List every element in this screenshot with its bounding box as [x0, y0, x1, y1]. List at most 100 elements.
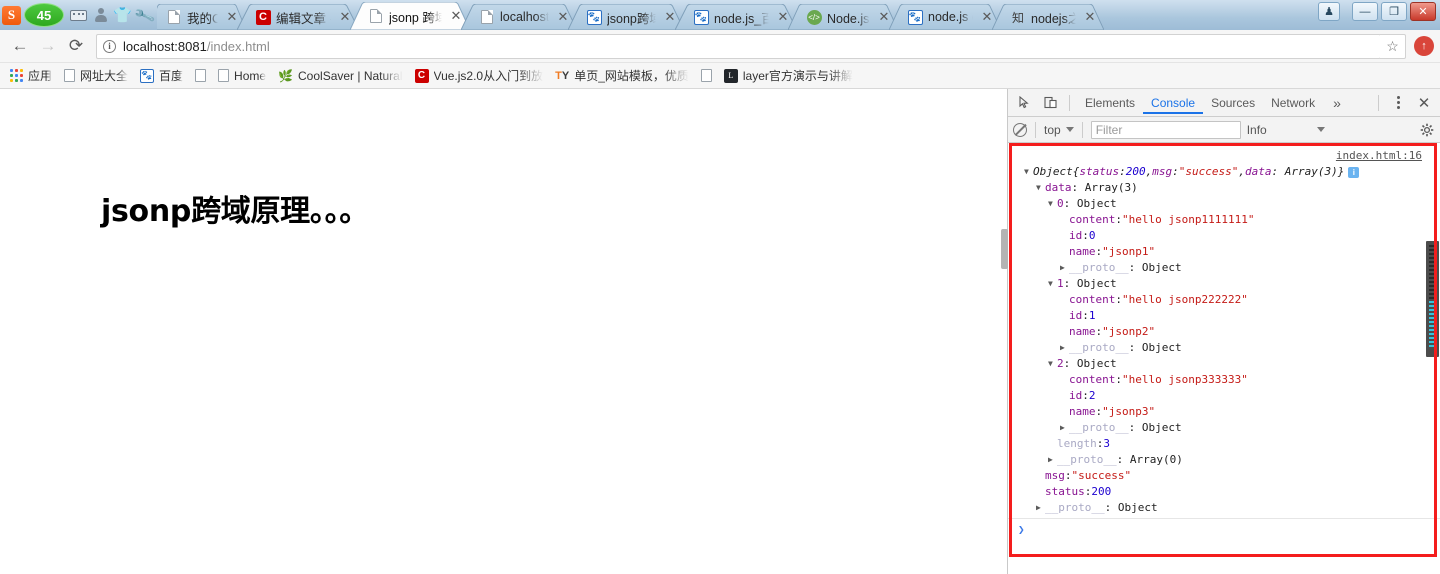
- console-log-row[interactable]: ▶ __proto__: Object: [1008, 500, 1440, 516]
- browser-tab[interactable]: 🐾 node.js qu ✕: [889, 4, 1001, 30]
- info-badge-icon[interactable]: i: [1348, 166, 1360, 178]
- person-icon[interactable]: [91, 6, 110, 25]
- disclosure-triangle-icon[interactable]: ▼: [1024, 164, 1033, 180]
- tab-close-icon[interactable]: ✕: [876, 9, 892, 25]
- tab-close-icon[interactable]: ✕: [337, 9, 353, 25]
- disclosure-triangle-icon[interactable]: ▶: [1060, 340, 1069, 356]
- devtools-scrollbar[interactable]: [1426, 241, 1439, 357]
- scrollbar-segment: [1429, 321, 1436, 323]
- bookmark-star-icon[interactable]: ☆: [1380, 33, 1406, 59]
- tab-close-icon[interactable]: ✕: [775, 9, 791, 25]
- console-log-row[interactable]: name: "jsonp2": [1008, 324, 1440, 340]
- devtools-tab-network[interactable]: Network: [1263, 91, 1323, 114]
- console-prompt[interactable]: ❯: [1008, 519, 1440, 539]
- more-panels-button[interactable]: »: [1325, 90, 1349, 115]
- browser-tab[interactable]: </> Node.js 文档 ✕: [788, 4, 898, 30]
- wrench-tools-icon[interactable]: 🔧: [132, 3, 156, 27]
- disclosure-triangle-icon[interactable]: ▶: [1060, 260, 1069, 276]
- tab-favicon: [166, 9, 182, 25]
- reload-button[interactable]: ⟳: [62, 32, 90, 60]
- console-log-row[interactable]: content: "hello jsonp222222": [1008, 292, 1440, 308]
- tab-close-icon[interactable]: ✕: [224, 9, 240, 25]
- disclosure-triangle-icon[interactable]: ▼: [1048, 276, 1057, 292]
- console-log-row[interactable]: status: 200: [1008, 484, 1440, 500]
- tab-close-icon[interactable]: ✕: [1082, 9, 1098, 25]
- page-scrollbar-thumb[interactable]: [1001, 229, 1008, 269]
- keyboard-icon[interactable]: [69, 6, 88, 25]
- log-level-select[interactable]: Info: [1247, 123, 1325, 137]
- console-log-row[interactable]: ▼ 1: Object: [1008, 276, 1440, 292]
- sogou-logo-icon[interactable]: S: [2, 5, 21, 25]
- disclosure-triangle-icon[interactable]: ▼: [1048, 196, 1057, 212]
- devtools-menu-icon[interactable]: [1386, 91, 1410, 115]
- bookmark-item[interactable]: 🐾 百度: [135, 65, 190, 86]
- disclosure-triangle-icon[interactable]: ▶: [1036, 500, 1045, 516]
- disclosure-triangle-icon[interactable]: ▶: [1060, 420, 1069, 436]
- console-source-link[interactable]: index.html:16: [1336, 149, 1422, 162]
- devtools-tab-sources[interactable]: Sources: [1203, 91, 1263, 114]
- console-log-row[interactable]: length: 3: [1008, 436, 1440, 452]
- browser-tab[interactable]: 我的CSDN ✕: [157, 4, 246, 30]
- console-log-row[interactable]: id: 1: [1008, 308, 1440, 324]
- bookmark-item[interactable]: 应用: [5, 65, 59, 86]
- execution-context-select[interactable]: top: [1044, 123, 1074, 137]
- clear-console-icon[interactable]: [1013, 122, 1027, 137]
- console-log-row[interactable]: ▶ __proto__: Object: [1008, 260, 1440, 276]
- bookmark-item[interactable]: Home: [213, 67, 273, 85]
- update-available-icon[interactable]: ↑: [1414, 36, 1434, 56]
- device-toolbar-icon[interactable]: [1038, 91, 1062, 115]
- browser-tab[interactable]: 🐾 node.js_百度 ✕: [675, 4, 797, 30]
- console-log-row[interactable]: ▼ data: Array(3): [1008, 180, 1440, 196]
- restore-button[interactable]: ❐: [1381, 2, 1407, 21]
- bookmark-item[interactable]: Llayer官方演示与讲解: [719, 65, 860, 86]
- devtools-tab-console[interactable]: Console: [1143, 91, 1204, 114]
- tab-close-icon[interactable]: ✕: [979, 9, 995, 25]
- shirt-skin-icon[interactable]: 👕: [113, 6, 132, 25]
- console-log-row[interactable]: name: "jsonp3": [1008, 404, 1440, 420]
- bookmark-item[interactable]: 🌿 CoolSaver | Natural: [273, 67, 409, 85]
- browser-tab[interactable]: C 编辑文章 - C ✕: [237, 4, 359, 30]
- console-token: : Object: [1128, 341, 1182, 354]
- back-button[interactable]: ←: [6, 32, 34, 60]
- forward-button[interactable]: →: [34, 32, 62, 60]
- browser-tab[interactable]: 知 nodejs之 qu ✕: [992, 4, 1104, 30]
- browser-tab[interactable]: 🐾 jsonp跨域原 ✕: [568, 4, 684, 30]
- disclosure-triangle-icon[interactable]: ▼: [1048, 356, 1057, 372]
- score-badge[interactable]: 45: [24, 3, 66, 27]
- console-log-row[interactable]: ▶ __proto__: Object: [1008, 340, 1440, 356]
- tab-close-icon[interactable]: ✕: [555, 9, 571, 25]
- console-log-row[interactable]: ▼ 2: Object: [1008, 356, 1440, 372]
- console-log-row[interactable]: name: "jsonp1": [1008, 244, 1440, 260]
- devtools-tab-elements[interactable]: Elements: [1077, 91, 1143, 114]
- browser-tab[interactable]: jsonp 跨域原 ✕: [350, 2, 470, 30]
- bookmark-item[interactable]: [190, 67, 213, 84]
- console-log-row[interactable]: ▶ __proto__: Array(0): [1008, 452, 1440, 468]
- bookmark-item[interactable]: TY 单页_网站模板，优质: [550, 65, 696, 86]
- console-log-row[interactable]: id: 0: [1008, 228, 1440, 244]
- console-log-row[interactable]: ▶ __proto__: Object: [1008, 420, 1440, 436]
- disclosure-triangle-icon[interactable]: ▼: [1036, 180, 1045, 196]
- console-log-row[interactable]: msg: "success": [1008, 468, 1440, 484]
- console-filter-input[interactable]: Filter: [1090, 120, 1241, 139]
- minimize-button[interactable]: —: [1352, 2, 1378, 21]
- bookmark-item[interactable]: [696, 67, 719, 84]
- inspect-element-icon[interactable]: [1012, 91, 1036, 115]
- tab-close-icon[interactable]: ✕: [662, 9, 678, 25]
- user-account-button[interactable]: ♟: [1318, 2, 1340, 21]
- console-log-row[interactable]: id: 2: [1008, 388, 1440, 404]
- console-log-row[interactable]: content: "hello jsonp333333": [1008, 372, 1440, 388]
- browser-tab[interactable]: localhost:8 ✕: [461, 4, 577, 30]
- console-output[interactable]: index.html:16 ▼ Object {status: 200, msg:…: [1008, 143, 1440, 574]
- tab-close-icon[interactable]: ✕: [448, 8, 464, 24]
- close-button[interactable]: ✕: [1410, 2, 1436, 21]
- close-devtools-icon[interactable]: ✕: [1412, 91, 1436, 115]
- console-log-row[interactable]: ▼ Object {status: 200, msg: "success", da…: [1008, 164, 1440, 180]
- console-log-row[interactable]: content: "hello jsonp1111111": [1008, 212, 1440, 228]
- address-bar[interactable]: i localhost:8081/index.html: [96, 33, 1381, 59]
- console-log-row[interactable]: ▼ 0: Object: [1008, 196, 1440, 212]
- gear-icon[interactable]: [1419, 122, 1435, 138]
- disclosure-triangle-icon[interactable]: ▶: [1048, 452, 1057, 468]
- site-info-icon[interactable]: i: [103, 39, 116, 53]
- bookmark-item[interactable]: C Vue.js2.0从入门到放: [410, 65, 551, 86]
- bookmark-item[interactable]: 网址大全: [59, 65, 135, 86]
